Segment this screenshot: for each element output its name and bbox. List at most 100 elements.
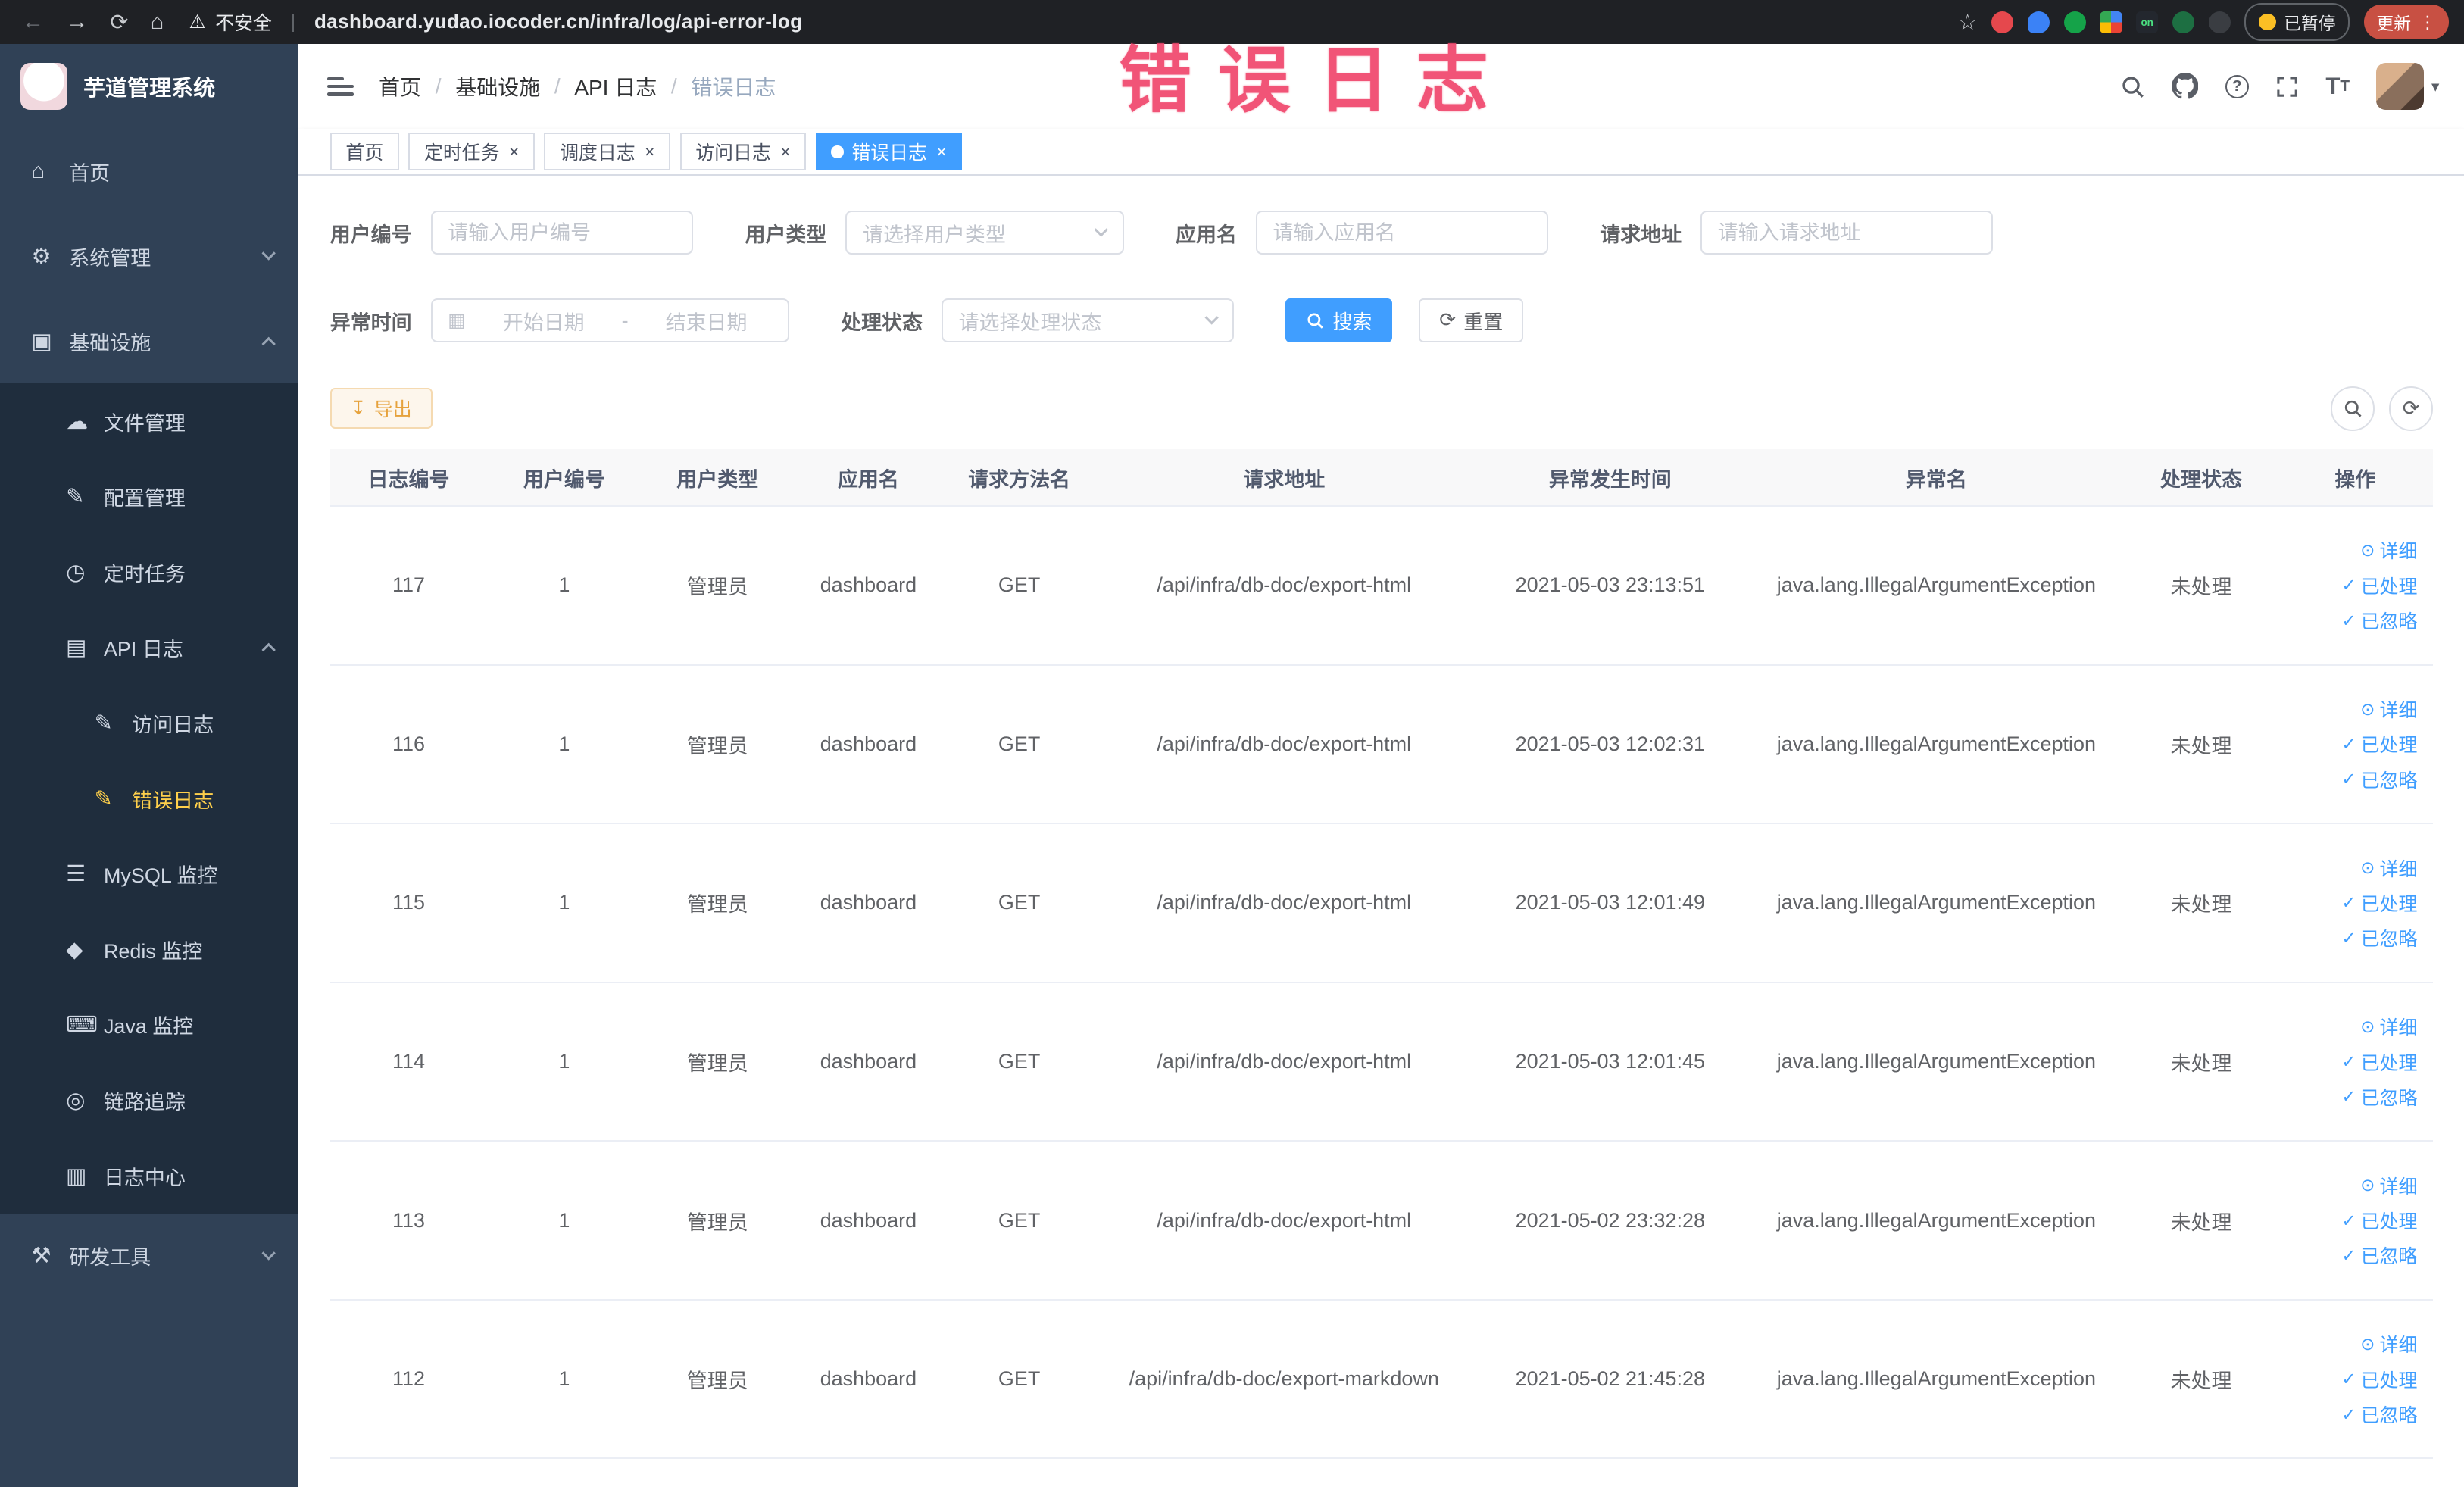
- update-button[interactable]: 更新 ⋮: [2363, 5, 2449, 39]
- cell-url: /api/infra/db-doc/export-html: [1095, 982, 1473, 1142]
- fullscreen-icon[interactable]: [2275, 75, 2299, 98]
- user-menu[interactable]: ▾: [2376, 62, 2440, 111]
- cell-status: 未处理: [2125, 1299, 2278, 1460]
- detail-link[interactable]: ⊙ 详细: [2278, 1013, 2417, 1040]
- search-button[interactable]: 搜索: [1285, 298, 1393, 343]
- sidebar-item-dev-tools[interactable]: ⚒ 研发工具: [0, 1214, 298, 1298]
- app-name-input[interactable]: [1255, 211, 1548, 255]
- detail-link[interactable]: ⊙ 详细: [2278, 1330, 2417, 1357]
- detail-link[interactable]: ⊙ 详细: [2278, 1172, 2417, 1199]
- security-label[interactable]: 不安全: [215, 8, 272, 36]
- close-icon[interactable]: ×: [936, 142, 946, 162]
- cell-app: dashboard: [793, 664, 943, 825]
- extension-icon[interactable]: [2208, 11, 2231, 33]
- search-icon[interactable]: [2120, 74, 2145, 99]
- github-icon[interactable]: [2172, 73, 2199, 99]
- app-logo-row[interactable]: 芋道管理系统: [0, 44, 298, 129]
- sidebar-item-log-center[interactable]: ▥ 日志中心: [0, 1138, 298, 1214]
- sidebar-item-system-mgmt[interactable]: ⚙ 系统管理: [0, 214, 298, 298]
- extension-on-badge-icon[interactable]: on: [2136, 11, 2159, 33]
- mark-processed-link[interactable]: ✓ 已处理: [2278, 730, 2417, 758]
- avatar[interactable]: [2376, 62, 2424, 111]
- mark-processed-link[interactable]: ✓ 已处理: [2278, 1207, 2417, 1234]
- sidebar-collapse-icon[interactable]: [326, 77, 354, 96]
- breadcrumb-separator: /: [554, 74, 561, 98]
- close-icon[interactable]: ×: [780, 142, 790, 162]
- sidebar-item-api-log[interactable]: ▤ API 日志: [0, 610, 298, 686]
- browser-forward-icon[interactable]: →: [66, 10, 88, 35]
- mark-ignored-link[interactable]: ✓ 已忽略: [2278, 1242, 2417, 1269]
- cell-user-type: 管理员: [641, 1299, 794, 1460]
- sidebar-item-error-log[interactable]: ✎ 错误日志: [0, 761, 298, 836]
- omnibox[interactable]: ⚠ 不安全 | dashboard.yudao.iocoder.cn/infra…: [189, 8, 802, 36]
- font-size-icon[interactable]: TT: [2325, 73, 2350, 100]
- update-button-label: 更新: [2376, 13, 2412, 33]
- mark-processed-link[interactable]: ✓ 已处理: [2278, 889, 2417, 917]
- sidebar-item-config-mgmt[interactable]: ✎ 配置管理: [0, 459, 298, 535]
- sidebar-item-file-mgmt[interactable]: ☁ 文件管理: [0, 383, 298, 459]
- browser-reload-icon[interactable]: ⟳: [110, 9, 128, 36]
- close-icon[interactable]: ×: [645, 142, 654, 162]
- bookmark-star-icon[interactable]: ☆: [1958, 9, 1978, 36]
- mark-ignored-link[interactable]: ✓ 已忽略: [2278, 924, 2417, 951]
- sidebar-item-mysql-monitor[interactable]: ☰ MySQL 监控: [0, 836, 298, 912]
- refresh-table-button[interactable]: ⟳: [2389, 386, 2434, 431]
- tab-access-log[interactable]: 访问日志 ×: [679, 133, 807, 171]
- mark-processed-link[interactable]: ✓ 已处理: [2278, 1048, 2417, 1076]
- cell-time: 2021-05-03 23:13:51: [1472, 506, 1748, 666]
- tab-scheduled-jobs[interactable]: 定时任务 ×: [408, 133, 536, 171]
- sidebar-item-tracing[interactable]: ◎ 链路追踪: [0, 1063, 298, 1139]
- sidebar-item-scheduled-jobs[interactable]: ◷ 定时任务: [0, 534, 298, 610]
- mark-ignored-link[interactable]: ✓ 已忽略: [2278, 1083, 2417, 1111]
- infrastructure-icon: ▣: [31, 329, 52, 354]
- mark-ignored-link[interactable]: ✓ 已忽略: [2278, 766, 2417, 793]
- extension-icon[interactable]: [2172, 11, 2194, 33]
- detail-link[interactable]: ⊙ 详细: [2278, 695, 2417, 723]
- help-icon[interactable]: ?: [2225, 74, 2249, 98]
- mark-processed-link[interactable]: ✓ 已处理: [2278, 1366, 2417, 1393]
- cell-url: /api/infra/db-doc/export-html: [1095, 823, 1473, 983]
- detail-link[interactable]: ⊙ 详细: [2278, 854, 2417, 882]
- sidebar-item-java-monitor[interactable]: ⌨ Java 监控: [0, 987, 298, 1063]
- mark-ignored-link[interactable]: ✓ 已忽略: [2278, 1401, 2417, 1428]
- browser-back-icon[interactable]: ←: [22, 10, 44, 35]
- tab-error-log[interactable]: 错误日志 ×: [815, 133, 963, 171]
- detail-link[interactable]: ⊙ 详细: [2278, 536, 2417, 564]
- export-button[interactable]: ↧ 导出: [329, 388, 433, 430]
- extension-icon[interactable]: [2028, 11, 2050, 33]
- sidebar-item-infrastructure[interactable]: ▣ 基础设施: [0, 298, 298, 383]
- breadcrumb-api-log[interactable]: API 日志: [574, 71, 657, 102]
- toggle-search-button[interactable]: [2331, 386, 2375, 431]
- sidebar-item-access-log[interactable]: ✎ 访问日志: [0, 686, 298, 761]
- process-status-select[interactable]: 请选择处理状态: [941, 298, 1234, 343]
- breadcrumb-home[interactable]: 首页: [379, 71, 421, 102]
- document-icon: ✎: [94, 786, 113, 811]
- url-text[interactable]: dashboard.yudao.iocoder.cn/infra/log/api…: [314, 11, 802, 33]
- user-type-label: 用户类型: [745, 223, 827, 246]
- mark-processed-link[interactable]: ✓ 已处理: [2278, 572, 2417, 599]
- sidebar-item-redis-monitor[interactable]: ◆ Redis 监控: [0, 911, 298, 987]
- mark-ignored-link[interactable]: ✓ 已忽略: [2278, 607, 2417, 634]
- paused-badge[interactable]: 已暂停: [2244, 3, 2350, 41]
- reset-button[interactable]: ⟳ 重置: [1419, 298, 1524, 343]
- close-icon[interactable]: ×: [509, 142, 519, 162]
- extension-icon[interactable]: [1991, 11, 2014, 33]
- browser-menu-kebab-icon[interactable]: ⋮: [2419, 12, 2436, 33]
- tags-view: 首页 定时任务 × 调度日志 × 访问日志 × 错误日志 ×: [298, 129, 2464, 177]
- calendar-icon: ▦: [448, 310, 466, 332]
- extension-icon[interactable]: [2063, 11, 2086, 33]
- cell-log-id: 112: [329, 1299, 488, 1460]
- chevron-down-icon: ▾: [2431, 77, 2440, 95]
- user-id-input[interactable]: [430, 211, 694, 255]
- sidebar-item-home[interactable]: ⌂ 首页: [0, 129, 298, 214]
- extension-icon[interactable]: [2100, 11, 2122, 33]
- tab-dispatch-log[interactable]: 调度日志 ×: [544, 133, 671, 171]
- app-name-label: 应用名: [1176, 223, 1237, 246]
- breadcrumb-separator: /: [670, 74, 677, 98]
- exception-time-range-picker[interactable]: ▦ 开始日期 - 结束日期: [430, 298, 789, 343]
- request-url-input[interactable]: [1700, 211, 1993, 255]
- breadcrumb-infrastructure[interactable]: 基础设施: [455, 71, 540, 102]
- browser-home-icon[interactable]: ⌂: [151, 10, 164, 35]
- user-type-select[interactable]: 请选择用户类型: [845, 211, 1124, 255]
- tab-home[interactable]: 首页: [329, 133, 399, 171]
